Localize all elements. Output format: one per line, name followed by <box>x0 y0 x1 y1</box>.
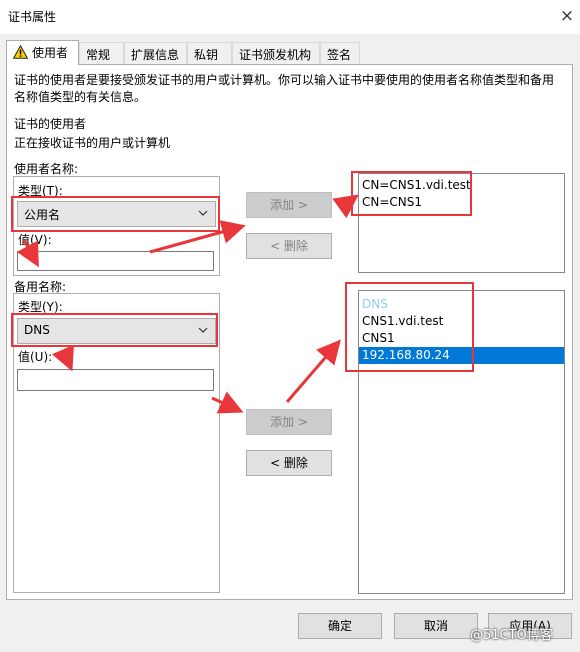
ok-button[interactable]: 确定 <box>298 613 382 639</box>
list-item[interactable]: CNS1.vdi.test <box>359 313 564 330</box>
list-item[interactable]: CNS1 <box>359 330 564 347</box>
watermark: @51CTO博客 <box>470 628 553 643</box>
subject-add-button[interactable]: 添加 > <box>246 192 332 218</box>
alt-value-input[interactable] <box>17 369 214 391</box>
tab-private-key[interactable]: 私钥 <box>187 42 232 64</box>
tab-extensions[interactable]: 扩展信息 <box>124 42 187 64</box>
subject-text: 正在接收证书的用户或计算机 <box>14 136 171 150</box>
alt-type-select[interactable]: DNS <box>17 318 216 344</box>
alt-name-list[interactable]: DNS CNS1.vdi.test CNS1 192.168.80.24 <box>358 290 565 594</box>
warning-icon <box>12 44 29 62</box>
alt-type-label: 类型(Y): <box>18 300 63 314</box>
subject-name-group-label: 使用者名称: <box>14 162 79 176</box>
description-line-2: 名称值类型的有关信息。 <box>14 90 147 104</box>
subject-value-input[interactable] <box>17 251 214 271</box>
tab-label: 常规 <box>86 48 111 62</box>
list-item-category[interactable]: DNS <box>359 296 564 313</box>
subject-heading: 证书的使用者 <box>14 117 87 131</box>
subject-type-select[interactable]: 公用名 <box>17 201 216 227</box>
alt-value-label: 值(U): <box>18 350 53 364</box>
cancel-button[interactable]: 取消 <box>394 613 478 639</box>
close-icon[interactable]: × <box>556 4 578 28</box>
list-item-selected[interactable]: 192.168.80.24 <box>359 347 564 364</box>
subject-name-list[interactable]: CN=CNS1.vdi.test CN=CNS1 <box>358 173 565 273</box>
alt-add-button[interactable]: 添加 > <box>246 409 332 435</box>
tab-certification-authority[interactable]: 证书颁发机构 <box>232 42 320 64</box>
tab-label: 扩展信息 <box>131 48 180 62</box>
chevron-down-icon <box>198 208 208 221</box>
tab-subject[interactable]: 使用者 <box>6 40 79 65</box>
window-title: 证书属性 <box>8 10 57 24</box>
tab-label: 签名 <box>327 48 352 62</box>
tab-label: 证书颁发机构 <box>239 48 312 62</box>
tab-signature[interactable]: 签名 <box>320 42 360 64</box>
tab-general[interactable]: 常规 <box>79 42 124 64</box>
list-item[interactable]: CN=CNS1 <box>359 194 564 211</box>
chevron-down-icon <box>198 325 208 338</box>
description-line-1: 证书的使用者是要接受颁发证书的用户或计算机。你可以输入证书中要使用的使用者名称值… <box>14 73 555 87</box>
title-bar <box>0 0 580 34</box>
tab-label: 私钥 <box>194 48 219 62</box>
subject-type-label: 类型(T): <box>18 184 63 198</box>
list-item[interactable]: CN=CNS1.vdi.test <box>359 177 564 194</box>
tab-label: 使用者 <box>32 46 69 60</box>
alt-remove-button[interactable]: < 删除 <box>246 450 332 476</box>
subject-remove-button[interactable]: < 删除 <box>246 233 332 259</box>
alt-type-value: DNS <box>24 323 50 337</box>
subject-value-label: 值(V): <box>18 233 52 247</box>
subject-type-value: 公用名 <box>24 208 61 222</box>
